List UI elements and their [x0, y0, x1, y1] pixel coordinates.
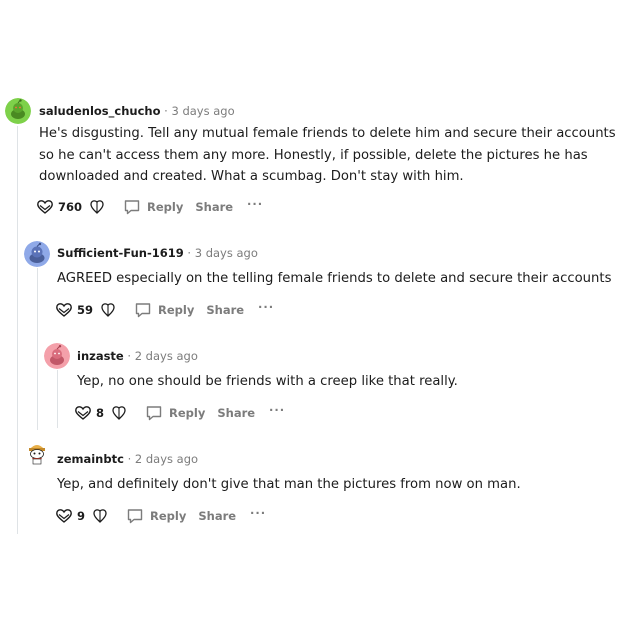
thread-line-level-3 [57, 370, 58, 428]
comment-meta: saludenlos_chucho · 3 days ago [39, 104, 235, 118]
upvote-icon [75, 406, 91, 420]
reply-button[interactable]: Reply [144, 403, 205, 423]
reply-button[interactable]: Reply [125, 506, 186, 526]
upvote-button[interactable] [74, 404, 92, 422]
comment-bubble-icon [127, 509, 143, 524]
reply-label: Reply [150, 509, 187, 523]
username[interactable]: saludenlos_chucho [39, 104, 161, 118]
reply-button[interactable]: Reply [122, 197, 183, 217]
timestamp[interactable]: 3 days ago [195, 246, 258, 260]
upvote-button[interactable] [36, 198, 54, 216]
comment-body: He's disgusting. Tell any mutual female … [39, 126, 616, 184]
upvote-button[interactable] [55, 507, 73, 525]
more-options-button[interactable]: ··· [258, 300, 274, 314]
upvote-button[interactable] [55, 301, 73, 319]
avatar[interactable] [24, 241, 50, 267]
downvote-icon [93, 509, 107, 523]
share-button[interactable]: Share [198, 509, 236, 523]
meta-separator: · [127, 452, 132, 466]
thread-line-level-2 [37, 268, 38, 430]
comment-meta: Sufficient-Fun-1619 · 3 days ago [57, 246, 258, 260]
reply-label: Reply [147, 200, 184, 214]
upvote-icon [56, 303, 72, 317]
more-options-button[interactable]: ··· [250, 506, 266, 520]
timestamp[interactable]: 3 days ago [171, 104, 234, 118]
reply-label: Reply [158, 303, 195, 317]
share-button[interactable]: Share [195, 200, 233, 214]
downvote-button[interactable] [99, 301, 117, 319]
comment-actions: 8 Reply Share ··· [74, 403, 285, 423]
vote-count: 8 [96, 406, 105, 420]
thread-line-level-1 [17, 126, 18, 534]
downvote-icon [101, 303, 115, 317]
meta-separator: · [127, 349, 132, 363]
reply-button[interactable]: Reply [133, 300, 194, 320]
share-button[interactable]: Share [217, 406, 255, 420]
comment-bubble-icon [146, 406, 162, 421]
avatar[interactable] [24, 440, 50, 466]
timestamp[interactable]: 2 days ago [135, 349, 198, 363]
username[interactable]: Sufficient-Fun-1619 [57, 246, 184, 260]
comment-actions: 59 Reply Share ··· [55, 300, 274, 320]
upvote-icon [37, 200, 53, 214]
downvote-icon [112, 406, 126, 420]
vote-count: 9 [77, 509, 86, 523]
vote-count: 760 [58, 200, 83, 214]
share-button[interactable]: Share [206, 303, 244, 317]
timestamp[interactable]: 2 days ago [135, 452, 198, 466]
comment-body: Yep, and definitely don't give that man … [57, 477, 521, 492]
comment-meta: inzaste · 2 days ago [77, 349, 198, 363]
comment-meta: zemainbtc · 2 days ago [57, 452, 198, 466]
custom-snoo-avatar-icon [29, 445, 45, 465]
vote-count: 59 [77, 303, 94, 317]
more-options-button[interactable]: ··· [269, 403, 285, 417]
green-snoo-avatar-icon [5, 98, 31, 124]
blue-snoo-avatar-icon [24, 241, 50, 267]
comment-actions: 760 Reply Share ··· [36, 197, 263, 217]
upvote-icon [56, 509, 72, 523]
comment-body: AGREED especially on the telling female … [57, 271, 612, 286]
username[interactable]: inzaste [77, 349, 124, 363]
more-options-button[interactable]: ··· [247, 197, 263, 211]
downvote-button[interactable] [91, 507, 109, 525]
avatar[interactable] [44, 343, 70, 369]
avatar[interactable] [5, 98, 31, 124]
comment-body: Yep, no one should be friends with a cre… [77, 374, 458, 389]
meta-separator: · [187, 246, 192, 260]
username[interactable]: zemainbtc [57, 452, 124, 466]
comment-actions: 9 Reply Share ··· [55, 506, 266, 526]
reply-label: Reply [169, 406, 206, 420]
meta-separator: · [164, 104, 168, 118]
comment-bubble-icon [124, 200, 140, 215]
downvote-button[interactable] [88, 198, 106, 216]
downvote-icon [90, 200, 104, 214]
downvote-button[interactable] [110, 404, 128, 422]
comment-bubble-icon [135, 303, 151, 318]
pink-snoo-avatar-icon [44, 343, 70, 369]
